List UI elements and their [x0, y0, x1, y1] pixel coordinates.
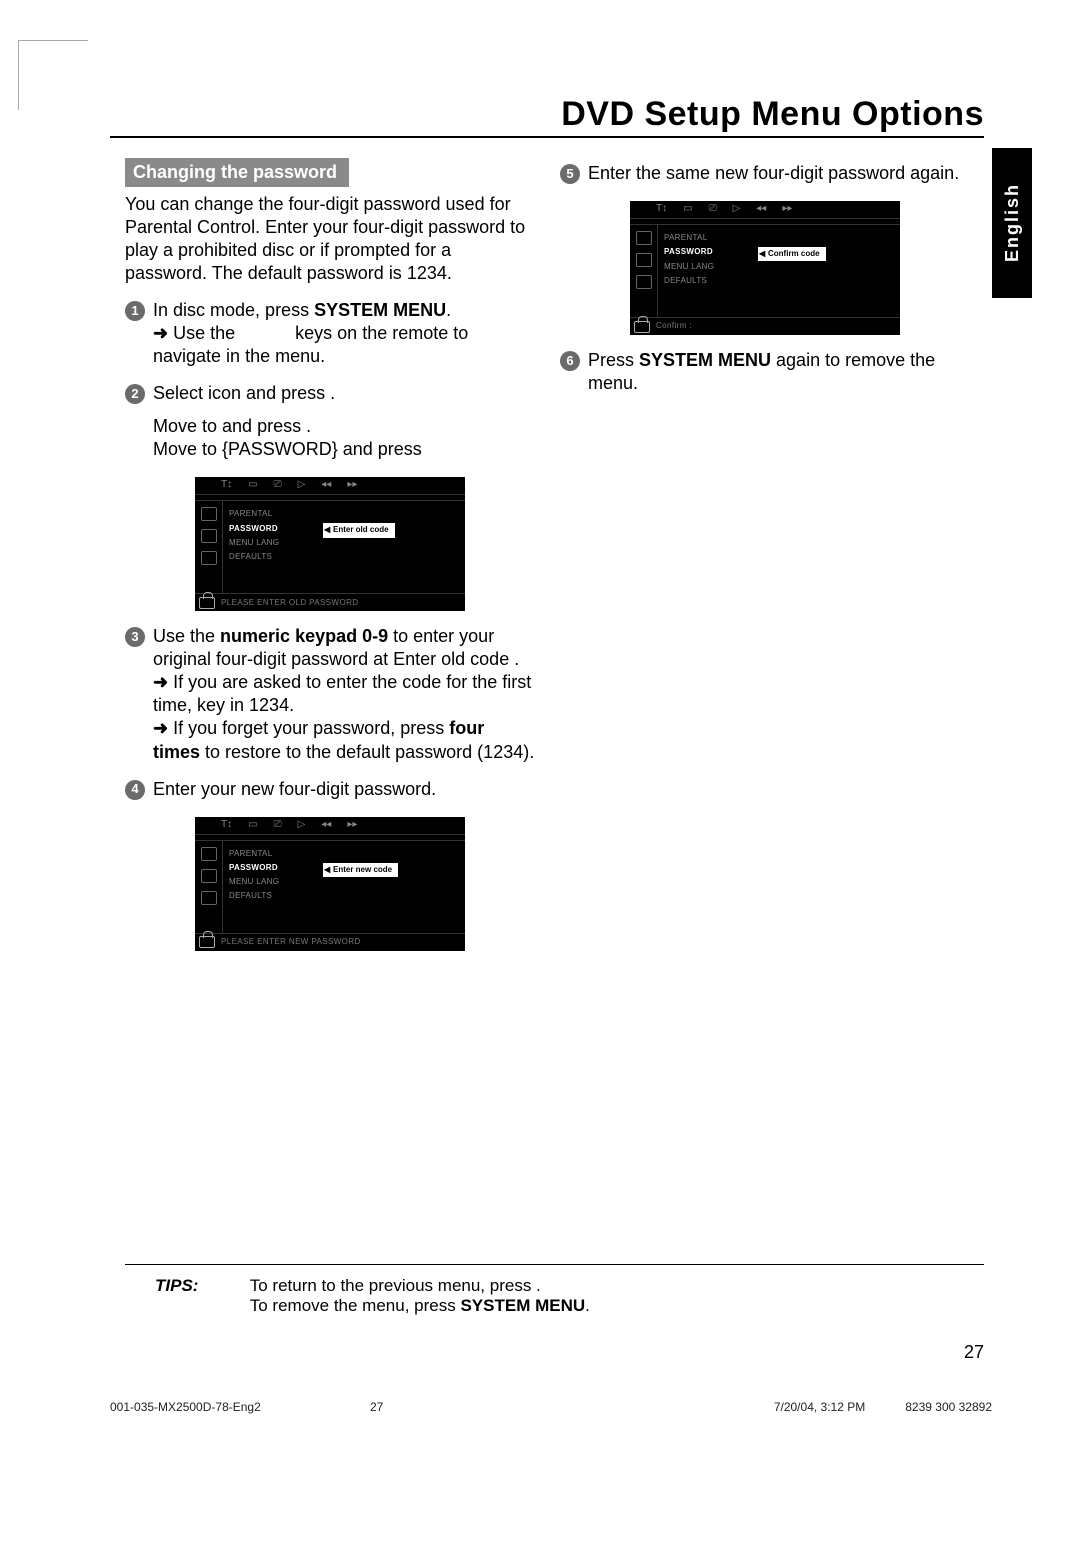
tips-block: TIPS: To return to the previous menu, pr… — [155, 1276, 590, 1316]
osd-menu-list: PARENTAL PASSWORD MENU LANG DEFAULTS — [223, 501, 319, 593]
osd-chip: Enter new code — [323, 863, 398, 877]
left-column: Changing the password You can change the… — [125, 158, 535, 957]
step-number-icon: 4 — [125, 780, 145, 800]
right-column: 5 Enter the same new four-digit password… — [560, 148, 970, 395]
step-2: 2 Select icon and press . Move to and pr… — [125, 382, 535, 461]
osd-sidebar — [195, 501, 223, 593]
arrow-icon: ➜ — [153, 718, 173, 738]
lock-icon — [634, 321, 650, 333]
footer: 001-035-MX2500D-78-Eng2 27 7/20/04, 3:12… — [110, 1400, 992, 1414]
step-4: 4 Enter your new four-digit password. — [125, 778, 535, 801]
arrow-icon: ➜ — [153, 672, 173, 692]
osd-confirm-code: T↕ ▭ ⎚ ▷ ◂◂ ▸▸ PARENTAL PASSWORD MENU LA… — [630, 201, 900, 335]
page-number: 27 — [964, 1342, 984, 1363]
osd-chip: Confirm code — [758, 247, 826, 261]
step-number-icon: 6 — [560, 351, 580, 371]
footer-filename: 001-035-MX2500D-78-Eng2 — [110, 1400, 261, 1414]
crop-mark — [18, 40, 88, 110]
footer-page: 27 — [370, 1400, 383, 1414]
tips-label: TIPS: — [155, 1276, 245, 1296]
intro-text: You can change the four-digit password u… — [125, 193, 535, 285]
step-3: 3 Use the numeric keypad 0-9 to enter yo… — [125, 625, 535, 763]
step-number-icon: 2 — [125, 384, 145, 404]
step-1: 1 In disc mode, press SYSTEM MENU. ➜ Use… — [125, 299, 535, 368]
arrow-icon: ➜ — [153, 323, 173, 343]
step-6: 6 Press SYSTEM MENU again to remove the … — [560, 349, 970, 395]
language-tab: English — [992, 148, 1032, 298]
osd-topbar: T↕ ▭ ⎚ ▷ ◂◂ ▸▸ — [195, 477, 465, 495]
lock-icon — [199, 597, 215, 609]
lock-icon — [199, 936, 215, 948]
title-rule — [110, 136, 984, 138]
page-title: DVD Setup Menu Options — [561, 95, 984, 134]
osd-enter-new-code: T↕ ▭ ⎚ ▷ ◂◂ ▸▸ PARENTAL PASSWORD MENU LA… — [195, 817, 465, 951]
osd-chip: Enter old code — [323, 523, 395, 537]
section-banner: Changing the password — [125, 158, 349, 187]
step-number-icon: 1 — [125, 301, 145, 321]
osd-enter-old-code: T↕ ▭ ⎚ ▷ ◂◂ ▸▸ PARENTAL PASSWORD MENU LA… — [195, 477, 465, 611]
step-5: 5 Enter the same new four-digit password… — [560, 162, 970, 185]
step-number-icon: 3 — [125, 627, 145, 647]
footer-date: 7/20/04, 3:12 PM — [774, 1400, 865, 1414]
footer-code: 8239 300 32892 — [905, 1400, 992, 1414]
language-tab-label: English — [1002, 183, 1023, 262]
step-number-icon: 5 — [560, 164, 580, 184]
tips-rule — [125, 1264, 984, 1265]
